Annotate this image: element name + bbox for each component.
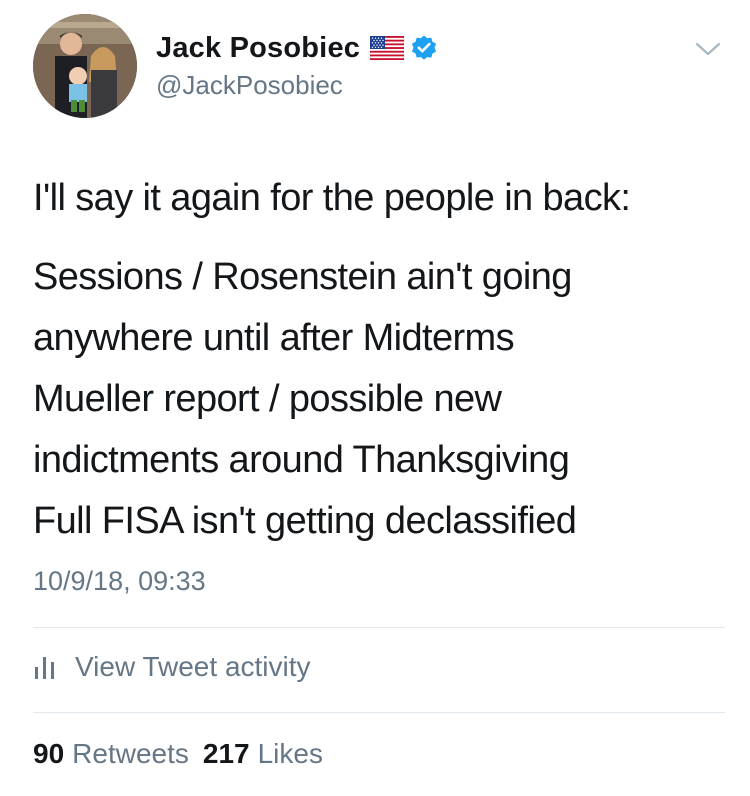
tweet-timestamp[interactable]: 10/9/18, 09:33 [33,566,206,597]
tweet-card: Jack Posobiec @JackPosobiec I'll say it … [0,0,750,796]
display-name[interactable]: Jack Posobiec [156,32,360,65]
divider [33,627,725,628]
retweets-stat[interactable]: 90 Retweets [33,738,189,770]
tweet-stats: 90 Retweets 217 Likes [33,738,337,770]
retweets-count: 90 [33,738,65,769]
chevron-down-icon[interactable] [693,38,723,60]
likes-count: 217 [202,738,250,769]
likes-stat[interactable]: 217 Likes [203,738,323,770]
author-handle[interactable]: @JackPosobiec [156,70,343,101]
view-tweet-activity-label: View Tweet activity [75,651,311,682]
tweet-line: indictments around Thanksgiving [33,439,570,481]
divider [33,712,725,713]
likes-label: Likes [257,738,323,769]
tweet-line: anywhere until after Midterms [33,317,515,359]
author-name-row: Jack Posobiec [156,28,438,68]
retweets-label: Retweets [72,738,189,769]
avatar[interactable] [33,14,137,118]
tweet-line: Mueller report / possible new [33,378,502,420]
bar-chart-icon [33,653,59,681]
view-tweet-activity-link[interactable]: View Tweet activity [33,651,311,683]
tweet-text: I'll say it again for the people in back… [33,168,723,552]
tweet-line: I'll say it again for the people in back… [33,177,631,219]
verified-badge-icon [410,34,438,62]
tweet-line: Sessions / Rosenstein ain't going [33,256,572,298]
tweet-line: Full FISA isn't getting declassified [33,500,577,542]
us-flag-icon [369,35,405,61]
